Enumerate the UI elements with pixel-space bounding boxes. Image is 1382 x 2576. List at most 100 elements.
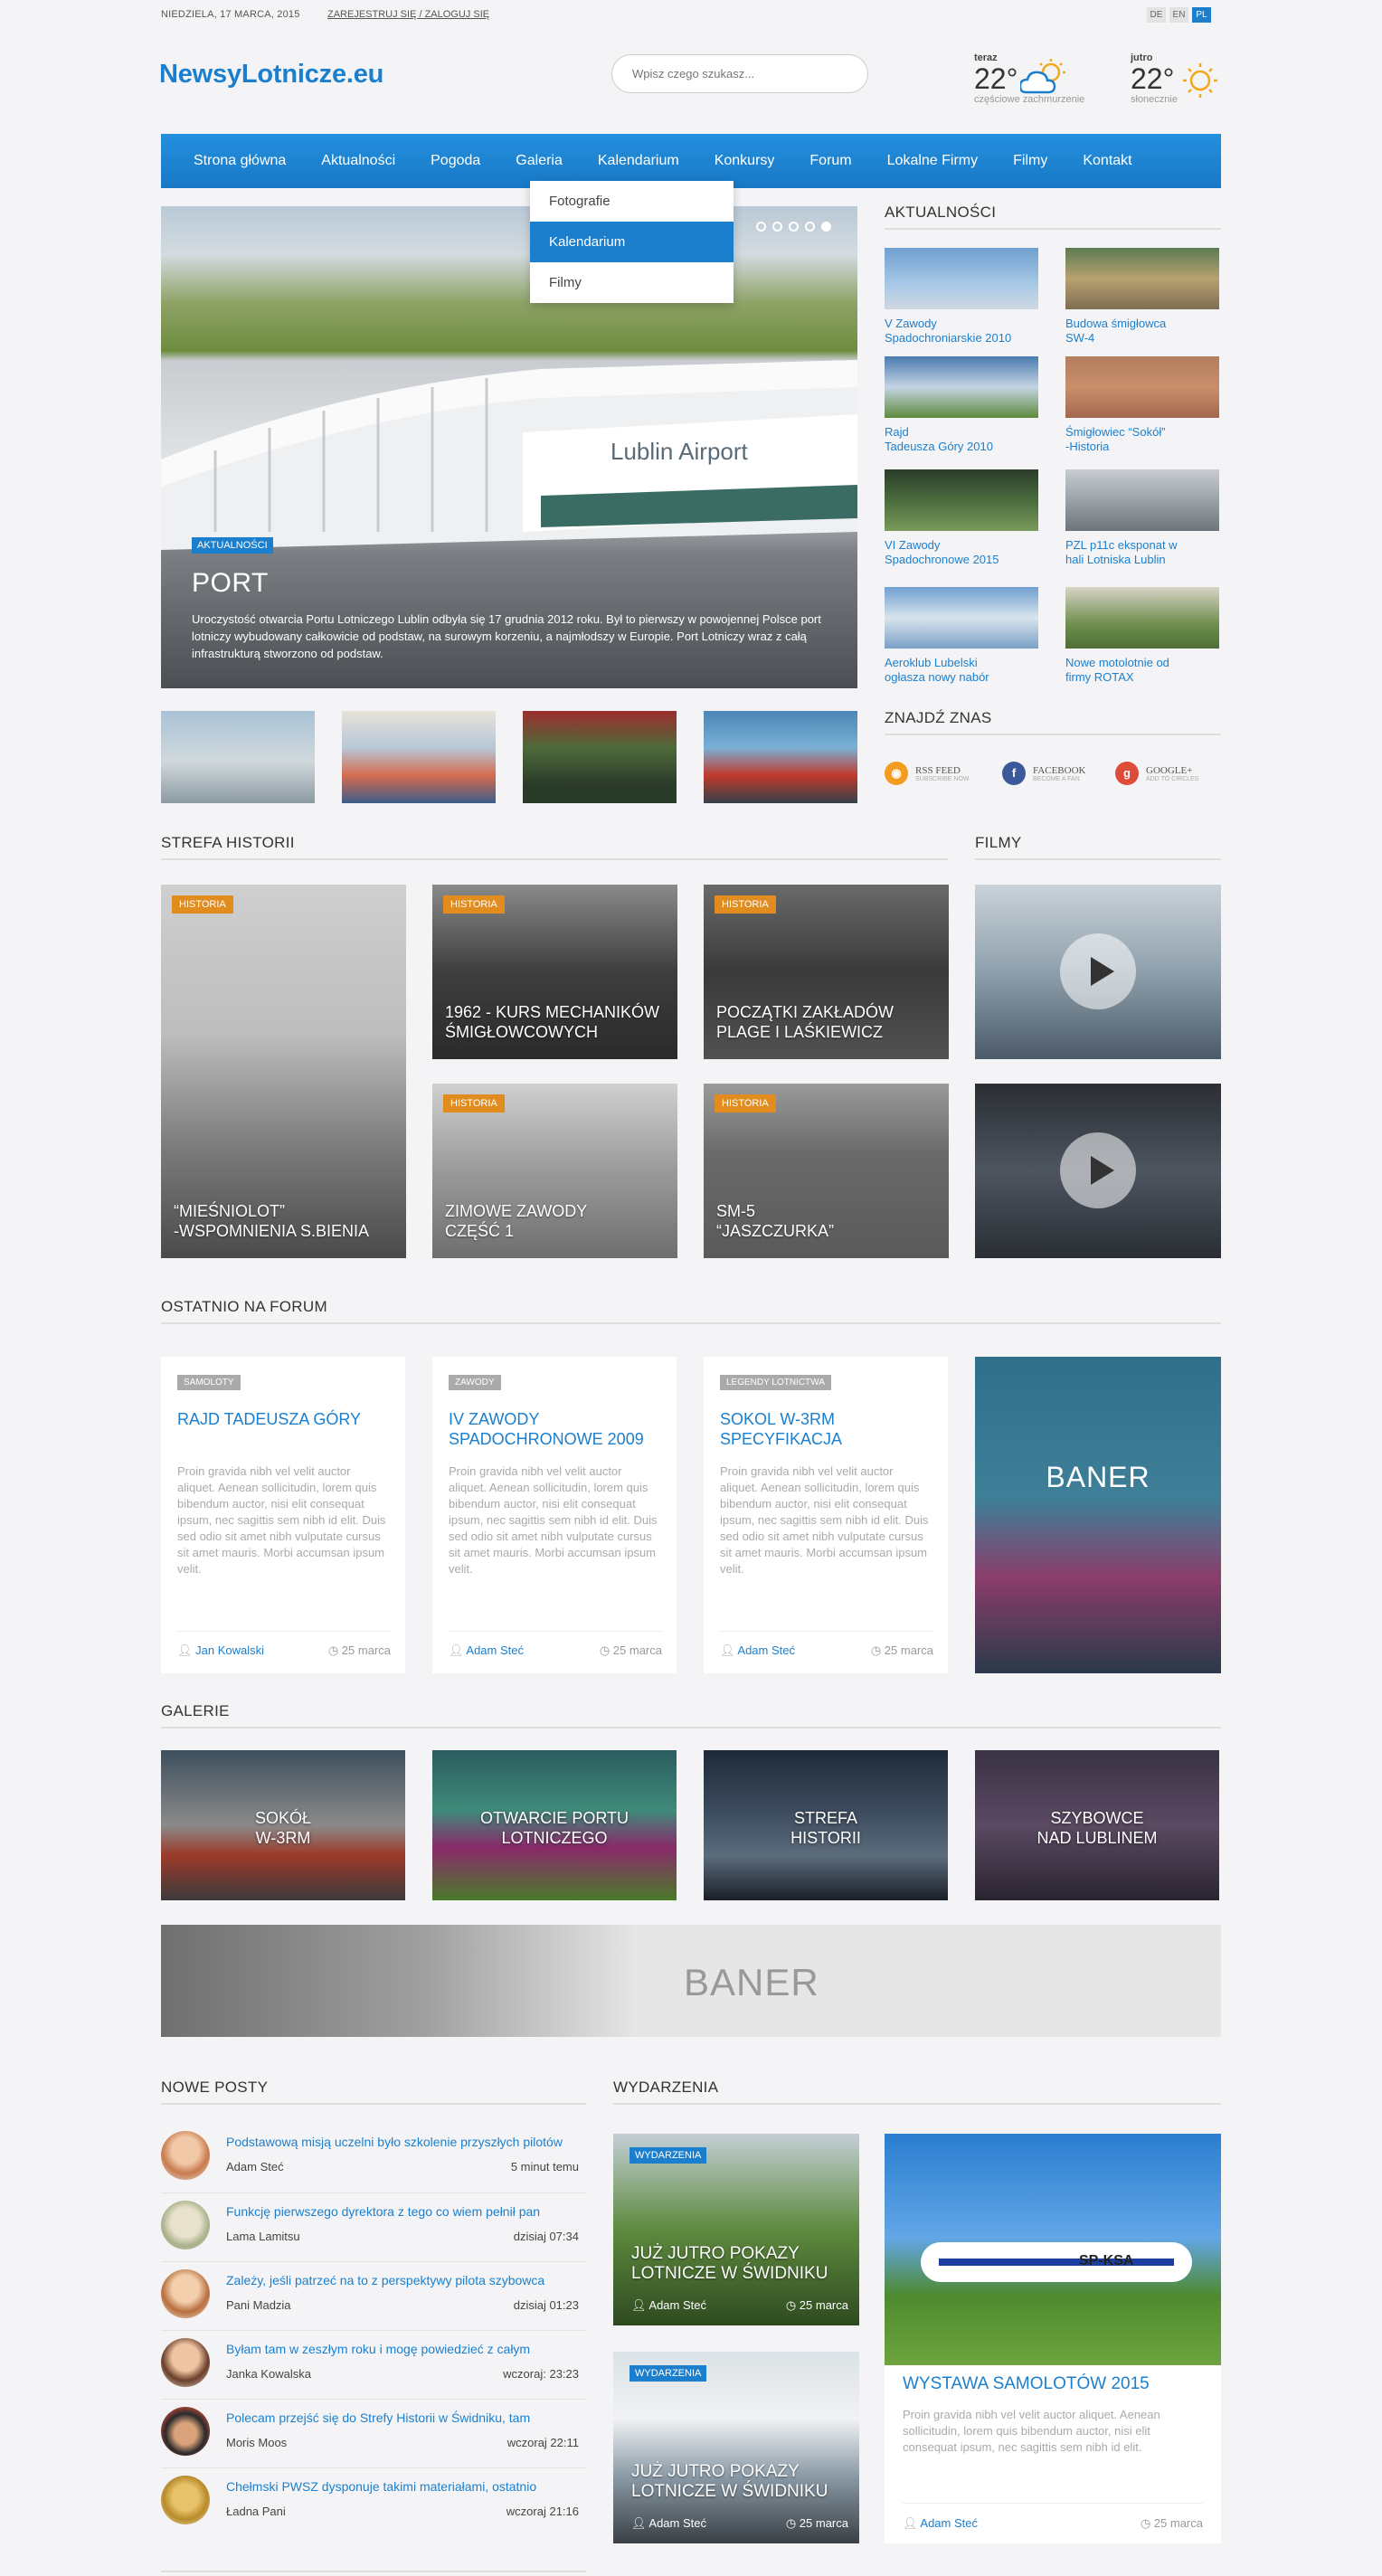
rss-link[interactable]: ◉ RSS FEED SUBSCRIBE NOW [885, 762, 970, 785]
slider-thumb[interactable] [161, 711, 315, 803]
history-tile[interactable]: HISTORIA SM-5 “JASZCZURKA” [704, 1084, 949, 1258]
nav-news[interactable]: Aktualności [321, 153, 395, 169]
forum-card[interactable]: LEGENDY LOTNICTWA SOKOL W-3RM SPECYFIKAC… [704, 1357, 948, 1673]
post-title[interactable]: Funkcję pierwszego dyrektora z tego co w… [226, 2204, 581, 2219]
featured-event-author[interactable]: 👤︎ Adam Steć [903, 2516, 978, 2531]
forum-card[interactable]: SAMOLOTY RAJD TADEUSZA GÓRY Proin gravid… [161, 1357, 405, 1673]
slider-dot-active[interactable] [821, 222, 831, 232]
news-link[interactable]: Nowe motolotnie od firmy ROTAX [1065, 656, 1169, 685]
forum-author-name[interactable]: Adam Steć [466, 1643, 524, 1657]
event-card[interactable]: WYDARZENIA JUŻ JUTRO POKAZY LOTNICZE W Ś… [613, 2134, 859, 2325]
news-image[interactable] [885, 587, 1038, 649]
event-card[interactable]: WYDARZENIA JUŻ JUTRO POKAZY LOTNICZE W Ś… [613, 2352, 859, 2543]
wide-banner-ad[interactable]: BANER [161, 1925, 1221, 2037]
history-tile[interactable]: HISTORIA “MIEŚNIOLOT” -WSPOMNIENIA S.BIE… [161, 885, 406, 1258]
search-input[interactable] [611, 54, 868, 93]
post-item[interactable]: Zależy, jeśli patrzeć na to z perspektyw… [161, 2261, 586, 2330]
site-logo[interactable]: NewsyLotnicze.eu [159, 60, 383, 90]
post-item[interactable]: Funkcję pierwszego dyrektora z tego co w… [161, 2192, 586, 2261]
forum-title[interactable]: RAJD TADEUSZA GÓRY [177, 1409, 394, 1429]
dropdown-photos[interactable]: Fotografie [530, 181, 734, 222]
featured-event-author-name[interactable]: Adam Steć [920, 2516, 978, 2530]
nav-local-companies[interactable]: Lokalne Firmy [887, 153, 978, 169]
nav-contests[interactable]: Konkursy [715, 153, 775, 169]
slider-dot[interactable] [805, 222, 815, 232]
video-thumb[interactable] [975, 1084, 1221, 1258]
post-title[interactable]: Zależy, jeśli patrzeć na to z perspektyw… [226, 2273, 581, 2287]
slider-dot[interactable] [756, 222, 766, 232]
news-link[interactable]: Śmigłowiec “Sokół” -Historia [1065, 425, 1166, 454]
weather-tomorrow: jutro 22° słonecznie [1131, 52, 1178, 105]
post-item[interactable]: Chełmski PWSZ dysponuje takimi materiała… [161, 2467, 586, 2536]
history-tile[interactable]: HISTORIA ZIMOWE ZAWODY CZĘŚĆ 1 [432, 1084, 677, 1258]
post-title[interactable]: Polecam przejść się do Strefy Historii w… [226, 2410, 581, 2425]
nav-contact[interactable]: Kontakt [1083, 153, 1131, 169]
gallery-tile[interactable]: SOKÓŁ W-3RM [161, 1750, 405, 1900]
history-title: SM-5 “JASZCZURKA” [716, 1202, 834, 1240]
nav-gallery[interactable]: Galeria [516, 153, 563, 169]
forum-author-name[interactable]: Jan Kowalski [195, 1643, 264, 1657]
news-link[interactable]: Aeroklub Lubelski ogłasza nowy nabór [885, 656, 989, 685]
forum-author[interactable]: 👤︎ Adam Steć [720, 1643, 795, 1658]
history-tile[interactable]: HISTORIA 1962 - KURS MECHANIKÓW ŚMIGŁOWC… [432, 885, 677, 1059]
forum-author[interactable]: 👤︎ Jan Kowalski [177, 1643, 264, 1658]
news-link[interactable]: V Zawody Spadochroniarskie 2010 [885, 317, 1011, 346]
hero-slider[interactable]: Lublin Airport AKTUALNOŚCI PORT Uroczyst… [161, 206, 857, 688]
news-image[interactable] [885, 469, 1038, 531]
facebook-link[interactable]: f FACEBOOK BECOME A FAN [1002, 762, 1085, 785]
nav-weather[interactable]: Pogoda [431, 153, 480, 169]
forum-author[interactable]: 👤︎ Adam Steć [449, 1643, 524, 1658]
lang-pl[interactable]: PL [1192, 7, 1211, 23]
post-title[interactable]: Chełmski PWSZ dysponuje takimi materiała… [226, 2479, 581, 2494]
forum-title[interactable]: IV ZAWODY SPADOCHRONOWE 2009 [449, 1409, 666, 1449]
dropdown-films[interactable]: Filmy [530, 262, 734, 303]
event-title[interactable]: JUŻ JUTRO POKAZY LOTNICZE W ŚWIDNIKU [631, 2462, 828, 2502]
news-link[interactable]: Budowa śmigłowca SW-4 [1065, 317, 1166, 346]
slider-thumb[interactable] [523, 711, 677, 803]
featured-event[interactable]: SP-KSA WYSTAWA SAMOLOTÓW 2015 Proin grav… [885, 2134, 1221, 2543]
play-icon[interactable] [1060, 933, 1136, 1009]
slide-title[interactable]: PORT [192, 568, 269, 599]
play-icon[interactable] [1060, 1132, 1136, 1208]
history-tile[interactable]: HISTORIA POCZĄTKI ZAKŁADÓW PLAGE I LAŚKI… [704, 885, 949, 1059]
forum-title[interactable]: SOKOL W-3RM SPECYFIKACJA [720, 1409, 937, 1449]
dropdown-calendar[interactable]: Kalendarium [530, 222, 734, 262]
featured-event-title[interactable]: WYSTAWA SAMOLOTÓW 2015 [903, 2374, 1150, 2394]
nav-home[interactable]: Strona główna [194, 153, 286, 169]
banner-ad[interactable]: BANER [975, 1357, 1221, 1673]
forum-author-name[interactable]: Adam Steć [737, 1643, 795, 1657]
news-link[interactable]: VI Zawody Spadochronowe 2015 [885, 538, 999, 567]
clock-icon: ◷ [870, 1643, 885, 1657]
post-item[interactable]: Polecam przejść się do Strefy Historii w… [161, 2399, 586, 2467]
news-image[interactable] [1065, 587, 1219, 649]
news-image[interactable] [1065, 356, 1219, 418]
news-image[interactable] [885, 356, 1038, 418]
google-plus-link[interactable]: g GOOGLE+ ADD TO CIRCLES [1115, 762, 1198, 785]
video-thumb[interactable] [975, 885, 1221, 1059]
nav-calendar[interactable]: Kalendarium [598, 153, 679, 169]
post-title[interactable]: Byłam tam w zeszłym roku i mogę powiedzi… [226, 2342, 581, 2356]
post-item[interactable]: Podstawową misją uczelni było szkolenie … [161, 2124, 586, 2192]
forum-card[interactable]: ZAWODY IV ZAWODY SPADOCHRONOWE 2009 Proi… [432, 1357, 677, 1673]
nav-films[interactable]: Filmy [1013, 153, 1047, 169]
news-image[interactable] [885, 248, 1038, 309]
news-link[interactable]: Rajd Tadeusza Góry 2010 [885, 425, 993, 454]
lang-en[interactable]: EN [1169, 7, 1188, 23]
main-nav: Strona główna Aktualności Pogoda Galeria… [161, 134, 1221, 188]
slider-dot[interactable] [772, 222, 782, 232]
event-title[interactable]: JUŻ JUTRO POKAZY LOTNICZE W ŚWIDNIKU [631, 2244, 828, 2284]
gallery-tile[interactable]: STREFA HISTORII [704, 1750, 948, 1900]
news-image[interactable] [1065, 469, 1219, 531]
lang-de[interactable]: DE [1147, 7, 1166, 23]
register-login-link[interactable]: ZAREJESTRUJ SIĘ / ZALOGUJ SIĘ [327, 9, 489, 20]
nav-forum[interactable]: Forum [809, 153, 851, 169]
slider-thumb[interactable] [342, 711, 496, 803]
post-title[interactable]: Podstawową misją uczelni było szkolenie … [226, 2135, 581, 2149]
news-link[interactable]: PZL p11c eksponat w hali Lotniska Lublin [1065, 538, 1178, 567]
gallery-tile[interactable]: SZYBOWCE NAD LUBLINEM [975, 1750, 1219, 1900]
post-item[interactable]: Byłam tam w zeszłym roku i mogę powiedzi… [161, 2330, 586, 2399]
slider-dot[interactable] [789, 222, 799, 232]
news-image[interactable] [1065, 248, 1219, 309]
slider-thumb[interactable] [704, 711, 857, 803]
gallery-tile[interactable]: OTWARCIE PORTU LOTNICZEGO [432, 1750, 677, 1900]
